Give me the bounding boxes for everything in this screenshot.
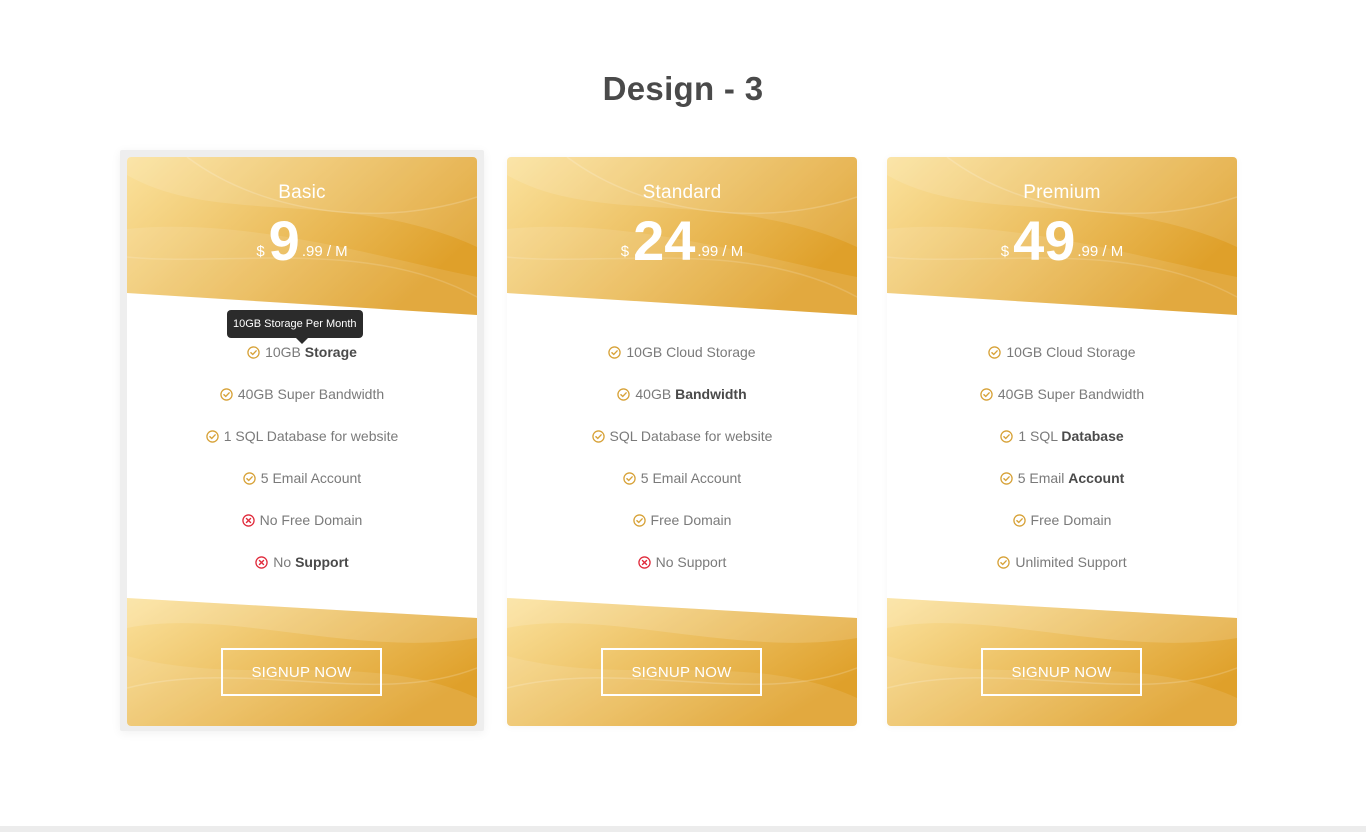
check-icon — [1000, 430, 1014, 443]
check-icon — [247, 346, 260, 359]
feature-item: Free Domain — [887, 509, 1237, 551]
check-icon — [1012, 514, 1026, 527]
bottom-divider — [0, 826, 1366, 832]
card-body: Standard $24.99 / M 10GB Cloud Storage 40… — [507, 157, 857, 726]
feature-text: No Support — [655, 554, 727, 570]
feature-text: Free Domain — [1030, 512, 1112, 528]
pricing-card-premium: Premium $49.99 / M 10GB Cloud Storage 40G… — [887, 157, 1237, 726]
feature-text: 40GB — [635, 386, 676, 402]
check-icon — [220, 388, 233, 401]
check-icon — [591, 430, 605, 443]
check-icon — [608, 346, 622, 359]
feature-list: 10GB Cloud Storage 40GB Super Bandwidth 1 … — [887, 341, 1237, 593]
check-icon — [997, 556, 1011, 569]
pricing-table: Basic $9.99 / M 10GB Storage 40GB Super B… — [120, 150, 1237, 731]
feature-text-emphasis: Account — [1068, 470, 1125, 486]
check-icon — [205, 430, 219, 443]
feature-text: 40GB Super Bandwidth — [237, 386, 385, 402]
feature-item: 10GB Cloud Storage — [507, 341, 857, 383]
feature-text-emphasis: Database — [1061, 428, 1124, 444]
card-body: Basic $9.99 / M 10GB Storage 40GB Super B… — [127, 157, 477, 726]
feature-text-emphasis: Bandwidth — [675, 386, 747, 402]
plan-price: $49.99 / M — [887, 209, 1237, 273]
currency-symbol: $ — [1000, 243, 1010, 260]
price-cents-period: .99 / M — [301, 243, 348, 260]
feature-text: Free Domain — [650, 512, 732, 528]
feature-item: 40GB Super Bandwidth — [887, 383, 1237, 425]
check-icon — [999, 472, 1013, 485]
price-cents-period: .99 / M — [697, 243, 744, 260]
plan-name: Basic — [278, 182, 326, 203]
feature-tooltip: 10GB Storage Per Month — [227, 310, 363, 344]
pricing-card-standard: Standard $24.99 / M 10GB Cloud Storage 40… — [507, 157, 857, 726]
cross-icon — [241, 514, 255, 527]
feature-item: 5 Email Account — [507, 467, 857, 509]
feature-text: 1 SQL Database for website — [223, 428, 399, 444]
plan-name: Standard — [642, 182, 722, 203]
feature-item: 10GB Storage — [127, 341, 477, 383]
feature-text: SQL Database for website — [609, 428, 773, 444]
plan-price: $9.99 / M — [127, 209, 477, 273]
feature-text-emphasis: Storage — [304, 344, 357, 360]
plan-name: Premium — [1023, 182, 1101, 203]
feature-item: Unlimited Support — [887, 551, 1237, 593]
feature-text: 1 SQL — [1018, 428, 1062, 444]
feature-item: SQL Database for website — [507, 425, 857, 467]
feature-text: 10GB Cloud Storage — [1006, 344, 1136, 360]
feature-list: 10GB Storage 40GB Super Bandwidth 1 SQL Da… — [127, 341, 477, 593]
feature-item: No Support — [507, 551, 857, 593]
feature-item: No Free Domain — [127, 509, 477, 551]
pricing-card-basic: Basic $9.99 / M 10GB Storage 40GB Super B… — [120, 150, 484, 731]
feature-text-emphasis: Support — [295, 554, 349, 570]
check-icon — [243, 472, 256, 485]
feature-item: 1 SQL Database for website — [127, 425, 477, 467]
feature-item: 40GB Super Bandwidth — [127, 383, 477, 425]
check-icon — [988, 346, 1002, 359]
feature-item: 10GB Cloud Storage — [887, 341, 1237, 383]
feature-text: Unlimited Support — [1015, 554, 1127, 570]
check-icon — [980, 388, 993, 401]
signup-button[interactable]: SIGNUP NOW — [221, 648, 382, 696]
check-icon — [632, 514, 646, 527]
feature-text: No — [273, 554, 296, 570]
page-title: Design - 3 — [602, 70, 764, 107]
signup-button[interactable]: SIGNUP NOW — [601, 648, 762, 696]
feature-list: 10GB Cloud Storage 40GB Bandwidth SQL Data… — [507, 341, 857, 593]
feature-text: 5 Email Account — [260, 470, 362, 486]
feature-text: 5 Email — [1017, 470, 1069, 486]
price-cents-period: .99 / M — [1077, 243, 1124, 260]
feature-item: Free Domain — [507, 509, 857, 551]
price-amount: 49 — [1013, 209, 1076, 272]
currency-symbol: $ — [620, 243, 630, 260]
signup-button[interactable]: SIGNUP NOW — [981, 648, 1142, 696]
check-icon — [623, 472, 636, 485]
plan-price: $24.99 / M — [507, 209, 857, 273]
currency-symbol: $ — [256, 243, 265, 260]
cross-icon — [637, 556, 651, 569]
price-amount: 9 — [268, 209, 300, 272]
feature-text: No Free Domain — [259, 512, 363, 528]
feature-item: 1 SQL Database — [887, 425, 1237, 467]
feature-item: 5 Email Account — [127, 467, 477, 509]
card-body: Premium $49.99 / M 10GB Cloud Storage 40G… — [887, 157, 1237, 726]
feature-text: 5 Email Account — [640, 470, 742, 486]
check-icon — [617, 388, 631, 401]
price-amount: 24 — [633, 209, 696, 272]
feature-text: 10GB Cloud Storage — [626, 344, 756, 360]
cross-icon — [255, 556, 268, 569]
feature-item: 40GB Bandwidth — [507, 383, 857, 425]
feature-item: 5 Email Account — [887, 467, 1237, 509]
feature-text: 10GB — [265, 344, 305, 360]
feature-text: 40GB Super Bandwidth — [997, 386, 1145, 402]
feature-item: No Support — [127, 551, 477, 593]
